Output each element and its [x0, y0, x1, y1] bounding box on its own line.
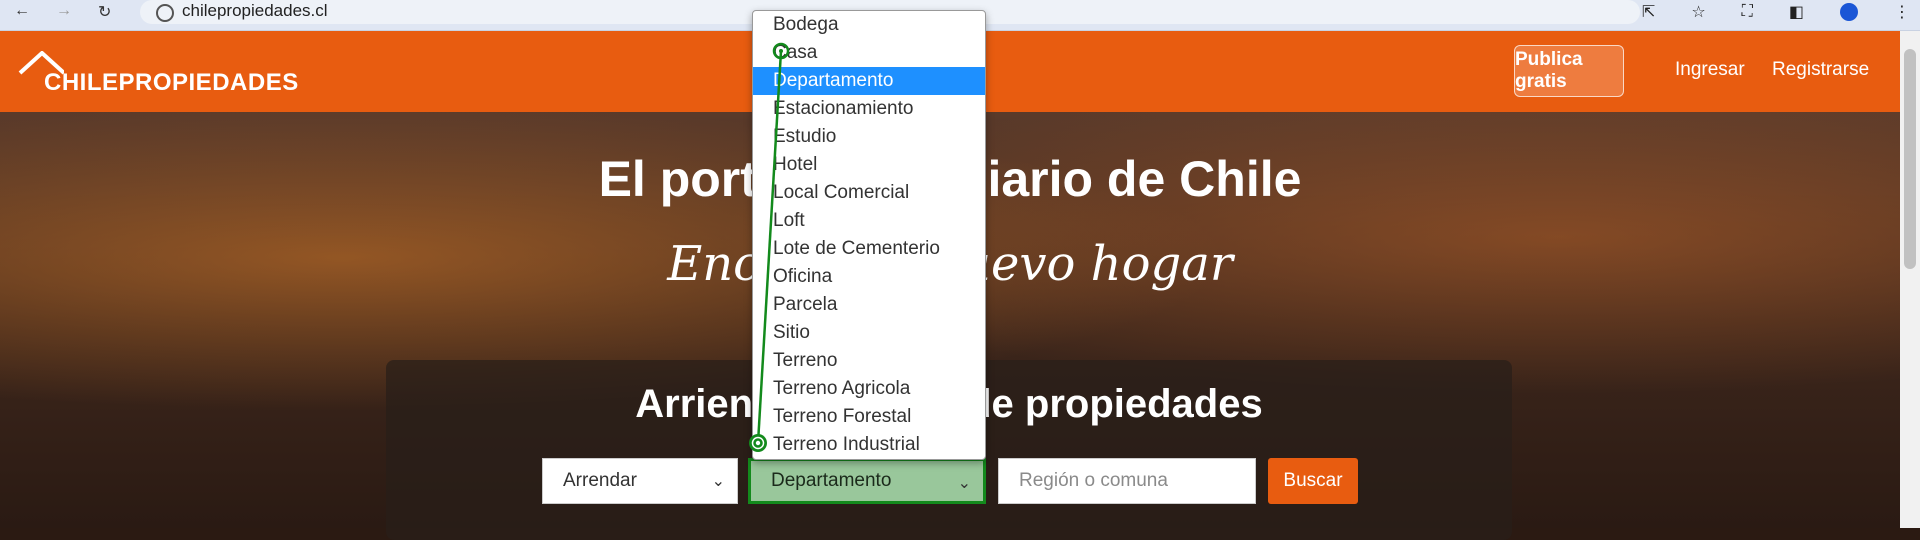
- hero-title-right: diario de Chile: [956, 151, 1302, 207]
- location-input-placeholder: Región o comuna: [1019, 470, 1168, 491]
- search-heading-left: Arrien: [635, 382, 754, 426]
- dropdown-option-terreno-agricola[interactable]: Terreno Agricola: [753, 375, 985, 403]
- reload-icon[interactable]: ↻: [98, 2, 111, 22]
- chevron-down-icon: ⌄: [957, 475, 971, 492]
- search-button[interactable]: Buscar: [1268, 458, 1358, 504]
- site-logo[interactable]: CHILEPROPIEDADES: [18, 51, 298, 101]
- logo-text-chile: CHILE: [44, 69, 119, 96]
- operation-select-value: Arrendar: [563, 470, 637, 491]
- extensions-icon[interactable]: ⛶: [1742, 3, 1753, 21]
- dropdown-option-terreno-forestal[interactable]: Terreno Forestal: [753, 403, 985, 431]
- operation-select[interactable]: Arrendar ⌄: [542, 458, 738, 504]
- dropdown-option-terreno-industrial[interactable]: Terreno Industrial: [753, 431, 985, 459]
- dropdown-option-sitio[interactable]: Sitio: [753, 319, 985, 347]
- dropdown-option-hotel[interactable]: Hotel: [753, 151, 985, 179]
- dropdown-option-parcela[interactable]: Parcela: [753, 291, 985, 319]
- dropdown-option-estudio[interactable]: Estudio: [753, 123, 985, 151]
- share-icon[interactable]: ⇱: [1642, 2, 1655, 22]
- dropdown-option-terreno[interactable]: Terreno: [753, 347, 985, 375]
- dropdown-option-departamento[interactable]: Departamento: [753, 67, 985, 95]
- scrollbar-thumb[interactable]: [1904, 49, 1916, 269]
- dropdown-option-bodega[interactable]: Bodega: [753, 11, 985, 39]
- register-link[interactable]: Registrarse: [1772, 59, 1869, 81]
- chevron-down-icon: ⌄: [711, 473, 725, 490]
- logo-text-propiedades: PROPIEDADES: [118, 69, 299, 96]
- sidebar-icon[interactable]: ◧: [1789, 2, 1804, 22]
- publish-free-button[interactable]: Publica gratis: [1514, 45, 1624, 97]
- location-input[interactable]: Región o comuna: [998, 458, 1256, 504]
- bookmark-star-icon[interactable]: ☆: [1691, 2, 1705, 22]
- page-scrollbar[interactable]: [1900, 31, 1920, 528]
- site-info-icon[interactable]: [156, 4, 174, 22]
- forward-icon[interactable]: →: [56, 2, 72, 20]
- dropdown-option-lote-de-cementerio[interactable]: Lote de Cementerio: [753, 235, 985, 263]
- dropdown-option-local-comercial[interactable]: Local Comercial: [753, 179, 985, 207]
- profile-avatar-icon[interactable]: [1840, 3, 1858, 21]
- url-text: chilepropiedades.cl: [182, 1, 328, 20]
- login-link[interactable]: Ingresar: [1675, 59, 1745, 81]
- hero-subtitle-right: uevo hogar: [960, 236, 1233, 292]
- property-type-select[interactable]: Departamento ⌄: [748, 458, 986, 504]
- hero-subtitle-left: Enc: [667, 236, 761, 292]
- dropdown-option-estacionamiento[interactable]: Estacionamiento: [753, 95, 985, 123]
- menu-kebab-icon[interactable]: ⋮: [1894, 2, 1910, 22]
- dropdown-option-oficina[interactable]: Oficina: [753, 263, 985, 291]
- property-type-dropdown[interactable]: Bodega Casa Departamento Estacionamiento…: [752, 10, 986, 460]
- hero-title-left: El port: [598, 151, 757, 207]
- dropdown-option-loft[interactable]: Loft: [753, 207, 985, 235]
- search-heading-right: de propiedades: [967, 382, 1263, 426]
- back-icon[interactable]: ←: [14, 2, 30, 20]
- dropdown-option-casa[interactable]: Casa: [753, 39, 985, 67]
- logo-wordmark: CHILEPROPIEDADES: [44, 69, 299, 97]
- property-type-select-value: Departamento: [771, 470, 892, 491]
